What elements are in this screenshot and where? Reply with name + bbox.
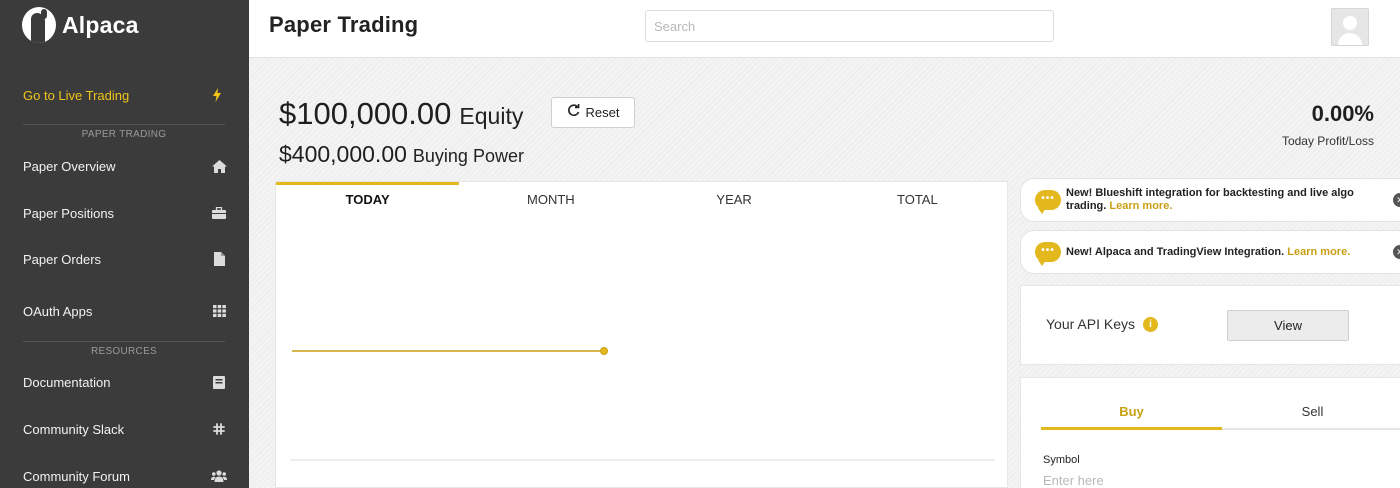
sidebar-item-community-slack[interactable]: Community Slack (0, 416, 249, 442)
equity-chart (290, 347, 995, 461)
avatar[interactable] (1331, 8, 1369, 46)
grid-icon (211, 303, 227, 319)
equity-row: $100,000.00 Equity (279, 96, 523, 132)
reset-button[interactable]: Reset (551, 97, 635, 128)
equity-label: Equity (459, 103, 524, 129)
app-name: Alpaca (62, 11, 139, 38)
users-icon (211, 468, 227, 484)
refresh-icon (567, 104, 580, 121)
go-to-live-trading-link[interactable]: Go to Live Trading (0, 83, 249, 107)
live-trading-label: Go to Live Trading (23, 87, 130, 103)
sidebar-item-paper-orders[interactable]: Paper Orders (0, 246, 249, 272)
notice-text: New! Alpaca and TradingView Integration.… (1066, 246, 1385, 259)
reset-label: Reset (585, 105, 620, 120)
chat-bubble-icon: ••• (1035, 190, 1061, 214)
search-input[interactable] (645, 10, 1054, 42)
section-label-paper-trading: PAPER TRADING (23, 124, 225, 140)
sidebar-item-paper-overview[interactable]: Paper Overview (0, 153, 249, 179)
close-icon[interactable]: ✕ (1393, 193, 1400, 207)
tab-buy[interactable]: Buy (1041, 404, 1222, 430)
equity-value: $100,000.00 (279, 96, 452, 131)
home-icon (211, 158, 227, 174)
profit-loss-label: Today Profit/Loss (1281, 134, 1374, 148)
chart-period-tabs: TODAY MONTH YEAR TOTAL (276, 182, 1009, 218)
view-api-keys-button[interactable]: View (1227, 310, 1349, 341)
order-card: Buy Sell Symbol (1020, 377, 1400, 488)
sidebar-item-paper-positions[interactable]: Paper Positions (0, 200, 249, 226)
alpaca-logo-icon (22, 7, 56, 43)
sidebar-item-documentation[interactable]: Documentation (0, 369, 249, 395)
slack-icon (211, 421, 227, 437)
sidebar-item-label: OAuth Apps (23, 303, 93, 319)
notice-blueshift[interactable]: ••• New! Blueshift integration for backt… (1020, 178, 1400, 222)
notice-text: New! Blueshift integration for backtesti… (1066, 187, 1385, 213)
briefcase-icon (211, 205, 227, 221)
tab-total[interactable]: TOTAL (826, 182, 1009, 218)
tab-today[interactable]: TODAY (276, 182, 460, 218)
sidebar-item-label: Paper Orders (23, 251, 102, 267)
order-side-tabs: Buy Sell (1041, 404, 1400, 430)
notice-learn-more-link[interactable]: Learn more. (1109, 200, 1172, 212)
notice-tradingview[interactable]: ••• New! Alpaca and TradingView Integrat… (1020, 230, 1400, 274)
page-title: Paper Trading (269, 12, 419, 37)
profit-loss-value: 0.00% (1311, 101, 1374, 126)
sidebar: Alpaca Go to Live Trading PAPER TRADING … (0, 0, 249, 488)
tab-month[interactable]: MONTH (459, 182, 642, 218)
info-icon[interactable]: i (1142, 316, 1158, 332)
alpaca-logo[interactable]: Alpaca (22, 7, 139, 43)
book-icon (211, 374, 227, 390)
buying-power-label: Buying Power (412, 146, 524, 166)
sidebar-item-community-forum[interactable]: Community Forum (0, 463, 249, 488)
section-label-resources: RESOURCES (23, 341, 225, 357)
sidebar-item-label: Community Forum (23, 468, 130, 484)
notice-message: New! Alpaca and TradingView Integration. (1066, 245, 1285, 258)
equity-current-point (600, 347, 608, 355)
topbar: Paper Trading (249, 0, 1400, 58)
document-icon (211, 251, 227, 267)
notice-learn-more-link[interactable]: Learn more. (1287, 246, 1350, 258)
api-keys-card: Your API Keys i View (1020, 285, 1400, 365)
sidebar-item-label: Paper Positions (23, 205, 115, 221)
sidebar-item-oauth-apps[interactable]: OAuth Apps (0, 298, 249, 324)
buying-power-value: $400,000.00 (279, 141, 407, 167)
sidebar-item-label: Community Slack (23, 421, 125, 437)
main-content: $100,000.00 Equity Reset $400,000.00 Buy… (249, 58, 1400, 488)
close-icon[interactable]: ✕ (1393, 245, 1400, 259)
tab-sell[interactable]: Sell (1222, 404, 1400, 430)
api-keys-label-row: Your API Keys i (1046, 316, 1158, 332)
portfolio-chart-card: TODAY MONTH YEAR TOTAL (275, 181, 1008, 488)
sidebar-item-label: Documentation (23, 374, 111, 390)
tab-year[interactable]: YEAR (643, 182, 826, 218)
bolt-icon (209, 87, 225, 103)
api-keys-label: Your API Keys (1046, 316, 1135, 332)
symbol-label: Symbol (1043, 454, 1080, 466)
sidebar-item-label: Paper Overview (23, 158, 116, 174)
chat-bubble-icon: ••• (1035, 242, 1061, 266)
symbol-input[interactable] (1041, 470, 1341, 488)
buying-power-row: $400,000.00 Buying Power (279, 141, 524, 168)
